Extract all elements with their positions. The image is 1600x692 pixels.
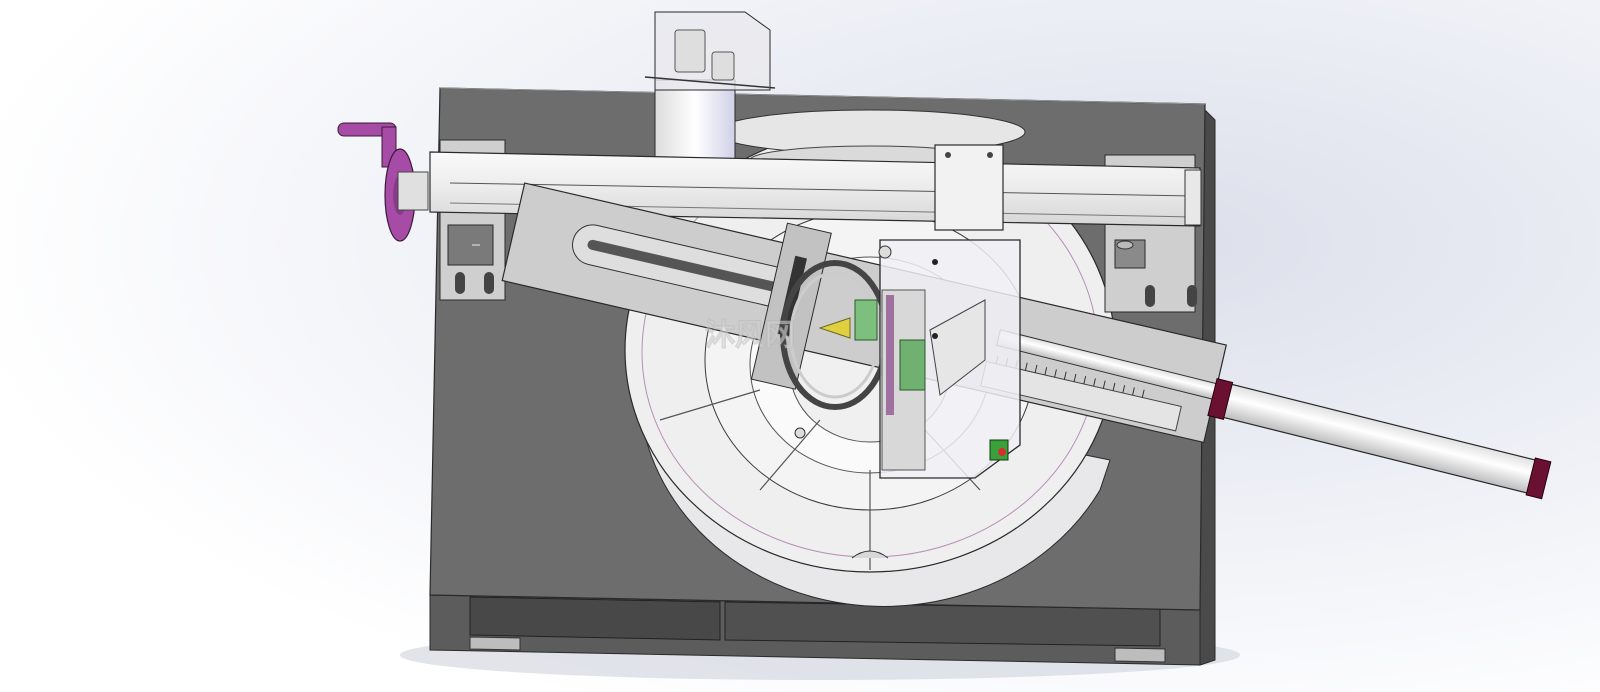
base-foot-right (1114, 647, 1166, 663)
base-front-panel-left (469, 596, 721, 641)
cad-viewport[interactable]: 沐风网 (0, 0, 1600, 692)
base-front-panel-right (724, 601, 1161, 647)
base-foot-left (469, 636, 521, 651)
watermark: 沐风网 (705, 318, 795, 353)
cad-model-render: 沐风网 (0, 0, 1600, 692)
